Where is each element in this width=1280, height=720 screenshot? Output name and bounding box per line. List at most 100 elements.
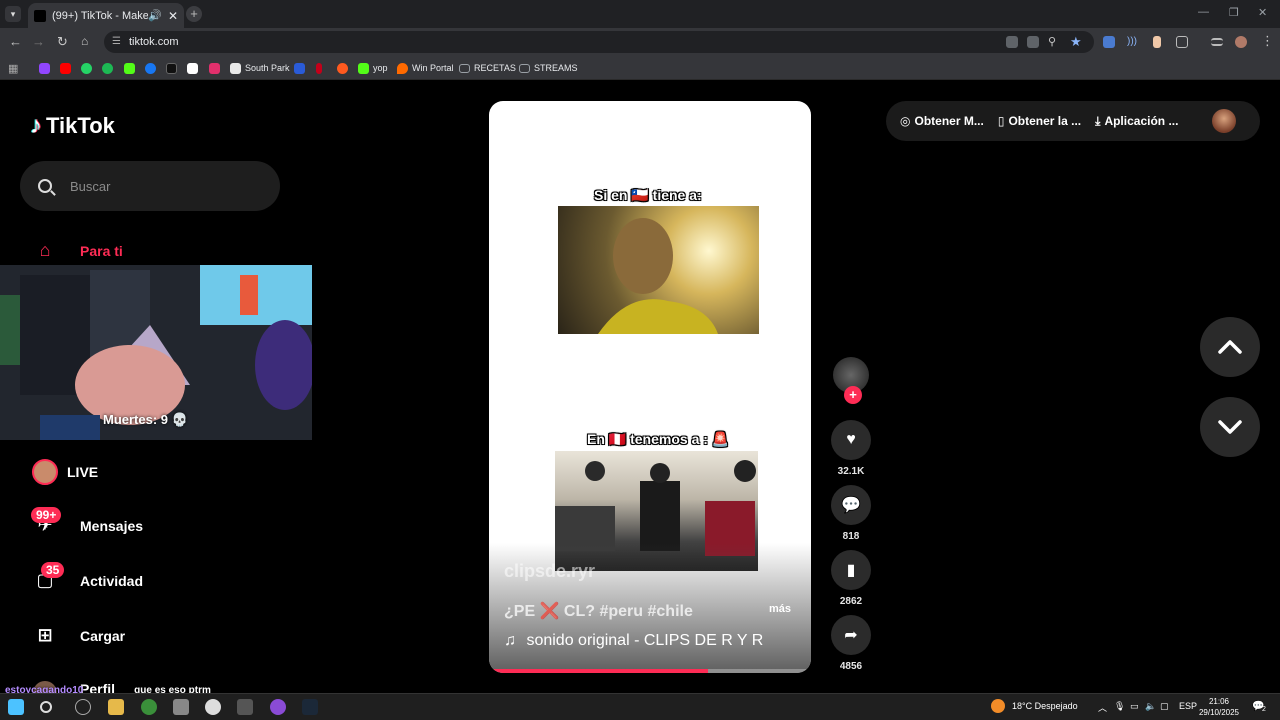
- bookmark-yop[interactable]: yop: [358, 62, 388, 74]
- weather-text[interactable]: 18°C Despejado: [1012, 701, 1078, 711]
- previous-video-button[interactable]: [1200, 317, 1260, 377]
- tab-search-button[interactable]: ▾: [5, 6, 21, 22]
- share-button[interactable]: ➦: [831, 615, 871, 655]
- bookmark-8[interactable]: [209, 62, 224, 74]
- video-description: ¿PE ❌ CL? #peru #chile: [504, 603, 693, 620]
- audio-icon[interactable]: 🔊: [148, 9, 162, 22]
- translate-icon[interactable]: [1027, 36, 1039, 48]
- menu-icon[interactable]: ⋮: [1261, 33, 1274, 49]
- obs-icon[interactable]: [270, 699, 286, 715]
- extensions-icon[interactable]: [1176, 36, 1188, 48]
- minimize-button[interactable]: —: [1198, 6, 1209, 18]
- user-avatar[interactable]: [1212, 109, 1236, 133]
- nav-for-you[interactable]: ⌂ Para ti: [25, 240, 123, 261]
- tiktok-logo[interactable]: ♪ TikTok: [30, 112, 115, 140]
- bookmark-3[interactable]: [102, 62, 117, 74]
- video-player[interactable]: Si en 🇨🇱 tiene a: En 🇵🇪 tenemos a : 🚨 cl…: [489, 101, 811, 673]
- creator-avatar[interactable]: +: [833, 357, 869, 404]
- site-info-icon[interactable]: ☰: [112, 31, 121, 53]
- video-progress-bar[interactable]: [489, 669, 811, 673]
- creator-avatar-group[interactable]: +: [830, 357, 872, 404]
- language-indicator[interactable]: ESP: [1179, 701, 1197, 711]
- nav-label: Actividad: [80, 572, 144, 589]
- browser-tab-tiktok[interactable]: (99+) TikTok - Make Your Day 🔊 ✕: [28, 3, 184, 28]
- microphone-icon[interactable]: 🎙: [1114, 701, 1125, 712]
- search-input[interactable]: Buscar: [20, 161, 280, 211]
- bookmark-11[interactable]: [316, 62, 326, 74]
- tray-expand-icon[interactable]: ︿: [1098, 701, 1107, 714]
- extension-translate-icon[interactable]: [1103, 36, 1115, 48]
- bookmark-7[interactable]: [187, 62, 202, 74]
- weather-icon[interactable]: [991, 699, 1005, 713]
- apps-grid-icon[interactable]: ▦: [8, 62, 18, 75]
- extension-figure-icon[interactable]: [1153, 36, 1161, 48]
- deaths-counter: Muertes: 9 💀: [103, 412, 188, 427]
- crunchyroll-icon: [337, 62, 348, 74]
- search-icon[interactable]: [40, 701, 52, 713]
- new-tab-button[interactable]: +: [186, 6, 202, 22]
- m-icon: [294, 62, 305, 74]
- battery-icon[interactable]: ▢: [1160, 701, 1169, 712]
- file-explorer-icon[interactable]: [108, 699, 124, 715]
- task-view-icon[interactable]: [75, 699, 91, 715]
- share-group: ➦ 4856: [830, 615, 872, 672]
- steam-icon[interactable]: [302, 699, 318, 715]
- forward-icon[interactable]: →: [32, 34, 45, 49]
- caption-top: Si en 🇨🇱 tiene a:: [594, 187, 702, 203]
- extension-audio-icon[interactable]: ))): [1127, 36, 1139, 48]
- back-icon[interactable]: ←: [9, 34, 22, 49]
- more-button[interactable]: más: [769, 603, 791, 615]
- caption-bottom: En 🇵🇪 tenemos a : 🚨: [587, 431, 730, 447]
- bookmark-folder-recetas[interactable]: RECETAS: [459, 62, 516, 74]
- volume-icon[interactable]: 🔈: [1145, 701, 1156, 712]
- video-username[interactable]: clipsde.ryr: [504, 561, 595, 582]
- bookmark-10[interactable]: [294, 62, 309, 74]
- desktop-app-button[interactable]: ⤓ Aplicación ...: [1095, 114, 1178, 129]
- bookmark-folder-streams[interactable]: STREAMS: [519, 62, 578, 74]
- bookmark-southpark[interactable]: South Park: [230, 62, 290, 74]
- close-tab-icon[interactable]: ✕: [168, 9, 178, 23]
- follow-plus-icon[interactable]: +: [844, 386, 862, 404]
- bookmark-star-icon[interactable]: ★: [1070, 34, 1082, 50]
- bookmark-5[interactable]: [145, 62, 160, 74]
- clock[interactable]: 21:06 29/10/2025: [1196, 696, 1242, 718]
- activity-badge: 35: [41, 562, 65, 578]
- zoom-icon[interactable]: ⚲: [1048, 35, 1056, 48]
- bookmark-2[interactable]: [81, 62, 96, 74]
- clock-time: 21:06: [1208, 697, 1230, 706]
- bookmark-12[interactable]: [337, 62, 352, 74]
- notification-count: 2: [1262, 706, 1266, 713]
- sound-link[interactable]: ♫ sonido original - CLIPS DE R Y R: [504, 632, 763, 650]
- cast-icon[interactable]: [1006, 36, 1018, 48]
- reload-icon[interactable]: ↻: [57, 34, 68, 50]
- close-window-button[interactable]: ✕: [1258, 6, 1267, 19]
- start-icon[interactable]: [8, 699, 24, 715]
- twitch-icon: [39, 62, 50, 74]
- app-icon[interactable]: [173, 699, 189, 715]
- profile-avatar[interactable]: [1235, 36, 1247, 48]
- folder-icon: [459, 63, 470, 73]
- get-app-button[interactable]: ▯ Obtener la ...: [998, 114, 1081, 128]
- save-button[interactable]: ▮: [831, 550, 871, 590]
- like-button[interactable]: ♥: [831, 420, 871, 460]
- youtube-icon: [60, 62, 71, 74]
- nav-upload[interactable]: ⊞ Cargar: [25, 625, 125, 646]
- bookmark-6[interactable]: [166, 62, 181, 74]
- bookmark-0[interactable]: [39, 62, 54, 74]
- upload-icon: ⊞: [37, 625, 53, 645]
- app-icon[interactable]: [237, 699, 253, 715]
- network-icon[interactable]: ▭: [1130, 701, 1139, 712]
- bookmark-1[interactable]: [60, 62, 75, 74]
- nav-live[interactable]: LIVE: [25, 459, 98, 485]
- bookmark-winportal[interactable]: Win Portal: [397, 62, 454, 74]
- bookmark-4[interactable]: [124, 62, 139, 74]
- reading-list-icon[interactable]: [1211, 38, 1223, 46]
- get-coins-button[interactable]: ◎ Obtener M...: [900, 114, 984, 128]
- overwatch-icon[interactable]: [205, 699, 221, 715]
- home-icon[interactable]: ⌂: [81, 34, 88, 48]
- next-video-button[interactable]: [1200, 397, 1260, 457]
- address-input[interactable]: ☰ tiktok.com: [104, 31, 1094, 53]
- maximize-button[interactable]: ❐: [1229, 6, 1239, 19]
- comment-button[interactable]: 💬: [831, 485, 871, 525]
- chrome-icon[interactable]: [141, 699, 157, 715]
